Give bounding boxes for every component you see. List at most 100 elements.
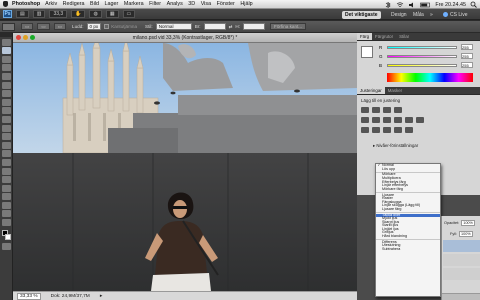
wifi-icon[interactable]	[396, 1, 404, 8]
levels-presets-row[interactable]: ▸ Nivåer-förinställningar	[373, 143, 418, 149]
new-selection-button[interactable]: ▭	[21, 23, 34, 30]
brightness-icon[interactable]	[361, 107, 369, 113]
exposure-icon[interactable]	[394, 107, 402, 113]
bridge-button[interactable]: ▤	[16, 10, 29, 18]
document-size[interactable]: Dok: 24,9M/37,7M	[51, 294, 90, 299]
threshold-icon[interactable]	[383, 127, 391, 133]
arrange-documents-button[interactable]: ▦	[105, 10, 119, 18]
spotlight-icon[interactable]	[470, 1, 477, 8]
workspace-menu-button[interactable]: »	[427, 11, 436, 19]
history-brush-tool-icon[interactable]	[2, 115, 11, 123]
hand-tool-icon[interactable]	[2, 210, 11, 218]
healing-brush-tool-icon[interactable]	[2, 90, 11, 98]
fill-field[interactable]: 100%	[458, 231, 473, 237]
blend-mode-option[interactable]: Subtrahera	[376, 247, 440, 252]
posterize-icon[interactable]	[372, 127, 380, 133]
black-white-icon[interactable]	[394, 117, 402, 123]
menu-filter[interactable]: Filter	[149, 1, 161, 7]
gradient-map-icon[interactable]	[394, 127, 402, 133]
swap-icon[interactable]: ⇄	[229, 24, 233, 30]
zoom-tool-button[interactable]: ◍	[89, 10, 102, 18]
crop-tool-icon[interactable]	[2, 72, 11, 80]
tab-color[interactable]: Färg	[357, 33, 373, 40]
blend-mode-option[interactable]: Mörkare färg	[376, 187, 440, 192]
move-tool-icon[interactable]	[2, 38, 11, 46]
antialias-checkbox[interactable]	[104, 24, 110, 29]
blur-tool-icon[interactable]	[2, 141, 11, 149]
workspace-painting[interactable]: Måla	[410, 11, 427, 19]
background-color[interactable]	[5, 233, 11, 240]
dodge-tool-icon[interactable]	[2, 150, 11, 158]
channel-r-value[interactable]: 255	[461, 44, 473, 50]
close-icon[interactable]	[16, 35, 21, 40]
marquee-tool-icon[interactable]	[2, 47, 11, 55]
channel-g-value[interactable]: 255	[461, 53, 473, 59]
levels-icon[interactable]	[372, 107, 380, 113]
clone-stamp-tool-icon[interactable]	[2, 107, 11, 115]
refine-edge-button[interactable]: Förfina kant...	[270, 23, 307, 30]
minimize-icon[interactable]	[23, 35, 28, 40]
tab-swatches[interactable]: Färgrutor	[372, 33, 396, 40]
channel-g-slider[interactable]	[387, 55, 457, 58]
lasso-tool-icon[interactable]	[2, 55, 11, 63]
blend-mode-option[interactable]: Hård blandning	[376, 234, 440, 239]
zoom-level[interactable]: 33,3	[49, 10, 68, 18]
screen-mode-button[interactable]: ▭	[122, 10, 136, 18]
photo-filter-icon[interactable]	[405, 117, 413, 123]
menu-markera[interactable]: Markera	[124, 1, 144, 7]
invert-icon[interactable]	[361, 127, 369, 133]
layer-row[interactable]	[443, 254, 480, 266]
mini-bridge-button[interactable]: ▥	[32, 10, 46, 18]
3d-rotate-tool-icon[interactable]	[2, 193, 11, 201]
apple-icon[interactable]	[3, 1, 8, 7]
width-field[interactable]	[203, 23, 226, 30]
menu-analys[interactable]: Analys	[167, 1, 183, 7]
quick-mask-icon[interactable]	[2, 243, 11, 251]
blend-mode-option[interactable]: Lös upp	[376, 167, 440, 172]
selective-color-icon[interactable]	[405, 127, 413, 133]
zoom-tool-icon[interactable]	[2, 219, 11, 227]
color-balance-icon[interactable]	[383, 117, 391, 123]
gradient-tool-icon[interactable]	[2, 133, 11, 141]
menu-visa[interactable]: Visa	[201, 1, 211, 7]
subtract-selection-button[interactable]: ▭	[53, 23, 67, 30]
menu-fonster[interactable]: Fönster	[217, 1, 235, 7]
hue-saturation-icon[interactable]	[372, 117, 380, 123]
channel-b-slider[interactable]	[387, 64, 457, 67]
brush-tool-icon[interactable]	[2, 98, 11, 106]
tab-adjustments[interactable]: Justeringar	[357, 87, 385, 94]
channel-b-value[interactable]: 255	[461, 62, 473, 68]
status-arrow-icon[interactable]: ▸	[100, 294, 102, 299]
layer-row[interactable]	[443, 268, 480, 280]
eyedropper-tool-icon[interactable]	[2, 81, 11, 89]
height-field[interactable]	[243, 23, 266, 30]
menu-hjalp[interactable]: Hjälp	[240, 1, 252, 7]
channel-mixer-icon[interactable]	[416, 117, 424, 123]
menu-3d[interactable]: 3D	[188, 1, 195, 7]
opacity-field[interactable]: 100%	[461, 220, 475, 226]
layer-row-active[interactable]	[443, 240, 480, 252]
feather-field[interactable]: 0 px	[86, 23, 102, 30]
status-zoom-field[interactable]: 33,33 %	[17, 292, 41, 300]
color-spectrum-bar[interactable]	[387, 73, 473, 82]
shape-tool-icon[interactable]	[2, 184, 11, 192]
tab-masks[interactable]: Masker	[385, 87, 405, 94]
channel-r-slider[interactable]	[387, 46, 457, 49]
menu-bild[interactable]: Bild	[90, 1, 99, 7]
type-tool-icon[interactable]	[2, 167, 11, 175]
tab-styles[interactable]: Stilar	[396, 33, 412, 40]
hand-tool-button[interactable]: ✋	[71, 10, 86, 18]
color-swatch-preview[interactable]	[361, 46, 373, 58]
document-canvas[interactable]	[13, 43, 357, 291]
bluetooth-icon[interactable]	[384, 1, 392, 8]
cs-live-button[interactable]: CS Live	[440, 11, 471, 19]
workspace-design[interactable]: Design	[388, 11, 410, 19]
eraser-tool-icon[interactable]	[2, 124, 11, 132]
path-selection-tool-icon[interactable]	[2, 176, 11, 184]
vibrance-icon[interactable]	[361, 117, 369, 123]
workspace-essentials[interactable]: Det viktigaste	[342, 10, 381, 19]
style-select[interactable]: Normal	[155, 23, 192, 30]
curves-icon[interactable]	[383, 107, 391, 113]
volume-icon[interactable]	[408, 2, 416, 8]
app-menu[interactable]: Photoshop	[12, 1, 40, 7]
